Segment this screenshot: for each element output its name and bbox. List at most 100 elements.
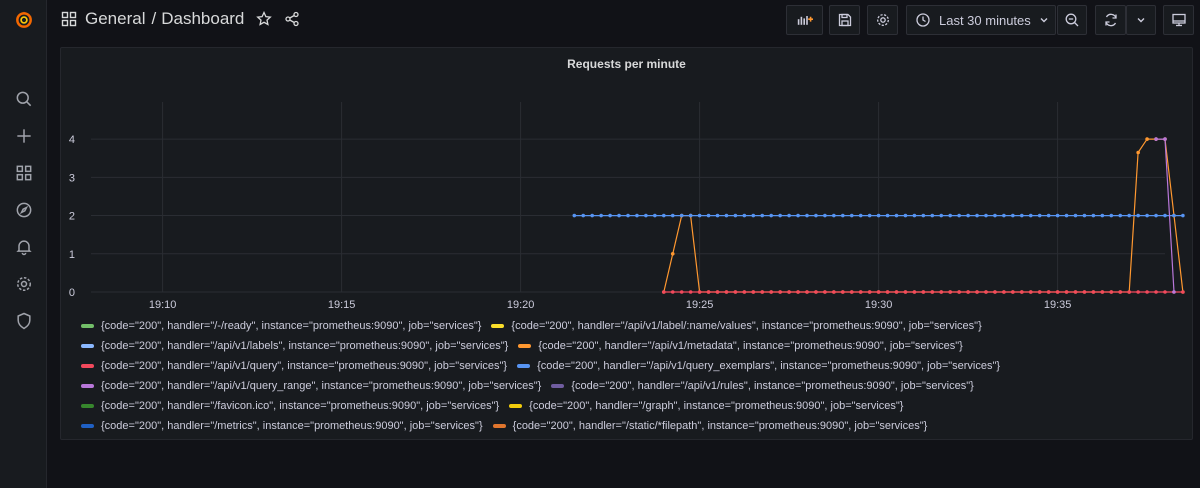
add-panel-button[interactable] (786, 5, 823, 35)
series-point (1172, 213, 1176, 218)
series-point (742, 290, 747, 294)
series-point (769, 213, 773, 218)
legend-swatch (81, 344, 94, 348)
series-point (751, 290, 756, 294)
legend-item[interactable]: {code="200", handler="/-/ready", instanc… (81, 320, 481, 332)
breadcrumb-folder[interactable]: General (85, 9, 145, 29)
legend-item[interactable]: {code="200", handler="/api/v1/metadata",… (518, 340, 963, 352)
series-point (912, 290, 917, 294)
dashboard-settings-button[interactable] (867, 5, 898, 35)
breadcrumb: General / Dashboard (61, 9, 300, 29)
time-picker-button[interactable]: Last 30 minutes (906, 5, 1056, 35)
series-point (930, 290, 935, 294)
legend-item[interactable]: {code="200", handler="/api/v1/query_rang… (81, 380, 541, 392)
refresh-button[interactable] (1095, 5, 1126, 35)
refresh-chevron-down-icon (1137, 18, 1145, 23)
y-tick-label: 4 (69, 134, 75, 146)
y-tick-label: 2 (69, 211, 75, 223)
plus-svg (16, 129, 31, 143)
legend-item[interactable]: {code="200", handler="/api/v1/query_exem… (517, 360, 1000, 372)
legend-item[interactable]: {code="200", handler="/favicon.ico", ins… (81, 400, 499, 412)
series-point (653, 213, 657, 218)
legend-swatch (518, 344, 532, 348)
legend-item[interactable]: {code="200", handler="/api/v1/label/:nam… (491, 320, 982, 332)
series-point (876, 213, 881, 218)
series-point (724, 213, 729, 218)
graph-panel[interactable]: Requests per minute 0 1 2 3 4 19:10 19:15 19:20… (60, 47, 1193, 440)
series-point (841, 290, 845, 294)
series-point (1073, 290, 1078, 294)
legend-item[interactable]: {code="200", handler="/api/v1/query", in… (81, 360, 507, 372)
legend-item[interactable]: {code="200", handler="/api/v1/labels", i… (81, 340, 508, 352)
series-point (644, 213, 648, 218)
series-point (1082, 213, 1087, 218)
bell-svg (15, 240, 32, 256)
gear-svg (16, 277, 31, 291)
breadcrumb-dashboard[interactable]: Dashboard (161, 9, 244, 29)
compass-icon[interactable] (0, 192, 47, 228)
legend-item[interactable]: {code="200", handler="/metrics", instanc… (81, 420, 483, 432)
legend-item[interactable]: {code="200", handler="/api/v1/rules", in… (551, 380, 974, 392)
plus-icon[interactable] (0, 118, 47, 154)
series-point (1154, 290, 1158, 294)
series-point (1163, 213, 1167, 218)
series-point (966, 213, 970, 218)
series-point (966, 290, 970, 294)
save-dashboard-button[interactable] (829, 5, 860, 35)
search-icon[interactable] (0, 81, 47, 117)
share-icon[interactable] (284, 11, 300, 27)
series-point (1136, 213, 1140, 218)
series-point (1181, 290, 1185, 294)
series-point (849, 213, 854, 218)
legend-row: {code="200", handler="/api/v1/query", in… (81, 356, 1010, 376)
legend-swatch (81, 424, 94, 428)
chevron-down-icon (1040, 18, 1048, 23)
series-point (975, 213, 979, 218)
cog-icon (876, 14, 889, 26)
series-point (1100, 213, 1105, 218)
series-point (626, 213, 630, 218)
series-point (751, 213, 756, 218)
zoom-out-button[interactable] (1057, 5, 1087, 35)
legend-label: {code="200", handler="/graph", instance=… (529, 400, 904, 412)
legend-item[interactable]: {code="200", handler="/static/*filepath"… (492, 420, 927, 432)
series-point (1127, 213, 1131, 218)
series-point (778, 290, 782, 294)
gear-icon[interactable] (0, 266, 47, 302)
series-point (590, 213, 594, 218)
series-point (1127, 290, 1131, 294)
view-mode-button[interactable] (1163, 5, 1194, 35)
legend-row: {code="200", handler="/-/ready", instanc… (81, 316, 1010, 336)
series-point (1181, 213, 1185, 218)
shield-icon[interactable] (0, 303, 47, 339)
time-series-chart[interactable]: 0 1 2 3 4 19:10 19:15 19:20 19:25 19:30 19:35 (61, 48, 1192, 316)
legend-swatch (509, 404, 523, 408)
series-point (1055, 290, 1060, 294)
legend-label: {code="200", handler="/-/ready", instanc… (101, 320, 482, 332)
series-point (832, 290, 836, 294)
bell-icon[interactable] (0, 229, 47, 265)
star-icon[interactable] (256, 11, 273, 27)
series-point (733, 213, 738, 218)
legend-label: {code="200", handler="/api/v1/query_exem… (537, 360, 1001, 372)
series-point (885, 213, 890, 218)
series-point (1064, 290, 1069, 294)
grafana-logo-icon[interactable] (0, 2, 47, 38)
series-point (617, 213, 621, 218)
legend-swatch (492, 424, 506, 428)
series-point (1118, 290, 1123, 294)
series-point (939, 290, 944, 294)
legend-label: {code="200", handler="/api/v1/query", in… (101, 360, 508, 372)
x-tick-label: 19:30 (865, 299, 893, 311)
dashboards-icon[interactable] (0, 155, 47, 191)
refresh-interval-button[interactable] (1126, 5, 1156, 35)
series-point (1020, 290, 1024, 294)
series-point (948, 290, 952, 294)
series-point (921, 290, 926, 294)
series-point (867, 213, 872, 218)
series-point (1172, 290, 1176, 294)
legend-swatch (491, 324, 505, 328)
legend-item[interactable]: {code="200", handler="/graph", instance=… (509, 400, 903, 412)
series-point (697, 290, 702, 294)
series-point (948, 213, 952, 218)
